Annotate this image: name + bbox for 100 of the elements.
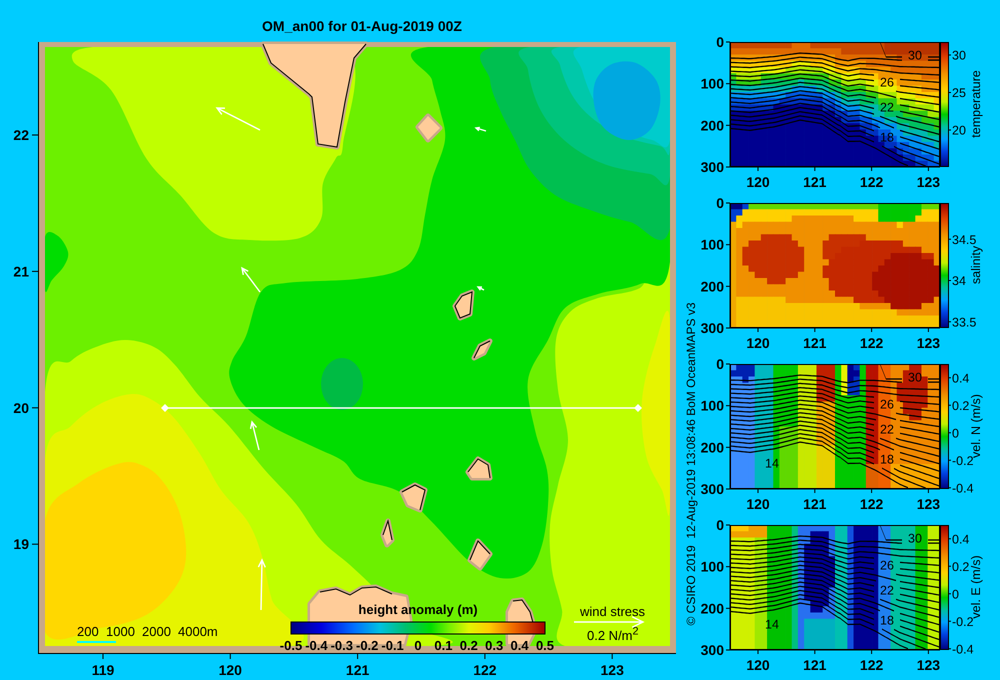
wind-arrow	[250, 420, 260, 451]
wind-arrow	[241, 266, 261, 293]
legend-label: wind stress	[580, 604, 646, 619]
wind-arrow	[216, 107, 261, 131]
axis-tick-label: 100	[700, 76, 724, 92]
axis-tick-label: 119	[92, 662, 114, 678]
axis-tick-label: 122	[860, 335, 884, 351]
axis-tick-label: 100	[700, 558, 724, 575]
colorbar-tick-label: -0.5	[280, 638, 302, 653]
credit-text: © CSIRO 2019 12-Aug-2019 13:08:46 BoM OceanMAPS v3	[684, 302, 698, 626]
legend-label: 2000	[142, 624, 171, 639]
colorbar-tick-label: -0.3	[330, 638, 353, 653]
axis-tick-label: 100	[700, 398, 724, 414]
axis-tick-label: 0	[716, 517, 724, 533]
line-swatch-icon	[77, 641, 116, 643]
contour-label: 18	[880, 614, 894, 628]
contour-label: 30	[908, 370, 922, 384]
colorbar-tick-label: 0.4	[952, 371, 970, 386]
axis-tick-label: 22	[13, 127, 29, 143]
colorbar-tick-label: 0.2	[952, 560, 970, 574]
axis-tick-label: 123	[600, 662, 624, 678]
colorbar-tick-label: 34.5	[952, 232, 976, 247]
arrow-icon	[573, 616, 645, 628]
axis-tick-label: 200	[700, 600, 724, 616]
colorbar-tick-label: -0.2	[356, 638, 378, 653]
axis-tick-label: 121	[803, 496, 826, 512]
axis-tick-label: 200	[700, 117, 724, 134]
contour-label: 18	[880, 130, 894, 144]
colorbar-tick-label: 0.5	[536, 638, 554, 653]
axis-tick-label: 0	[716, 34, 724, 50]
legend-label: 1000	[106, 624, 135, 639]
land-shape	[416, 114, 442, 142]
land-shape	[468, 538, 492, 570]
land-shape	[400, 482, 428, 512]
axis-tick-label: 123	[916, 657, 940, 673]
contour-band	[321, 358, 363, 410]
colorbar-tick-label: -0.2	[952, 614, 974, 629]
colorbar-tick-label: 0	[414, 638, 422, 653]
colorbar-tick-label: 20	[952, 124, 966, 138]
axis-tick-label: 120	[218, 662, 242, 678]
wind-arrow	[258, 558, 266, 611]
colorbar-tick-label: 33.5	[952, 315, 976, 330]
axis-tick-label: 121	[803, 657, 826, 673]
contour-label: 26	[880, 398, 894, 412]
legend-label: 0.2 N/m$^{2}$	[587, 628, 639, 642]
axis-tick-label: 121	[346, 662, 370, 678]
axis-tick-label: 120	[746, 657, 770, 673]
colorbar-tick-label: 0	[952, 587, 959, 602]
wind-arrow	[474, 126, 487, 132]
axis-tick-label: 120	[746, 496, 770, 512]
axis-tick-label: 0	[716, 195, 724, 211]
axis-tick-label: 300	[700, 320, 724, 336]
contour-label: 30	[908, 48, 922, 62]
colorbar-tick-label: 0.4	[510, 638, 529, 653]
legend-label: 200	[77, 624, 99, 639]
colorbar-tick-label: 30	[952, 48, 966, 62]
axis-tick-label: 300	[700, 481, 724, 497]
colorbar-title: salinity	[969, 246, 983, 284]
colorbar-tick-label: 0.3	[485, 638, 504, 653]
legend-label: 4000m	[178, 624, 218, 639]
contour-label: 26	[880, 76, 894, 90]
colorbar-tick-label: 0.1	[434, 638, 452, 653]
colorbar-tick-label: -0.4	[952, 642, 974, 656]
axis-tick-label: 123	[916, 335, 940, 351]
contour-label: 22	[880, 100, 894, 114]
axis-tick-label: 123	[916, 496, 940, 512]
contour-label: 18	[880, 452, 894, 466]
axis-tick-label: 200	[700, 439, 724, 456]
axis-tick-label: 21	[13, 263, 29, 280]
axis-tick-label: 100	[700, 236, 724, 253]
axis-tick-label: 122	[860, 496, 884, 512]
contour-band	[45, 232, 68, 292]
colorbar-tick-label: 0.4	[952, 532, 970, 546]
axis-tick-label: 121	[803, 335, 826, 351]
colorbar-tick-label: -0.4	[305, 638, 328, 653]
colorbar-tick-label: 0.2	[952, 398, 970, 413]
axis-tick-label: 19	[13, 536, 29, 552]
colorbar-tick-label: 25	[952, 86, 966, 100]
colorbar-tick-label: 34	[952, 274, 966, 288]
wind-arrow	[476, 286, 485, 291]
axis-tick-label: 122	[860, 657, 884, 673]
axis-tick-label: 0	[716, 356, 724, 372]
axis-tick-label: 122	[860, 174, 884, 190]
axis-tick-label: 300	[700, 159, 724, 175]
axis-tick-label: 121	[803, 174, 826, 190]
axis-tick-label: 122	[473, 662, 497, 678]
chart-title: OM_an00 for 01-Aug-2019 00Z	[262, 18, 462, 34]
colorbar-tick-label: -0.1	[381, 638, 404, 653]
axis-tick-label: 120	[746, 174, 770, 190]
colorbar-tick-label: -0.4	[952, 481, 974, 496]
axis-tick-label: 120	[746, 335, 770, 351]
land-shape	[452, 290, 474, 320]
axis-tick-label: 300	[700, 642, 724, 658]
land-shape	[380, 518, 394, 548]
land-shape	[466, 456, 492, 480]
colorbar-tick-label: 0.2	[460, 638, 478, 653]
colorbar-tick-label: 0	[952, 426, 959, 440]
axis-tick-label: 200	[700, 278, 724, 294]
colorbar-title: temperature	[969, 70, 983, 138]
contour-label: 26	[880, 558, 894, 572]
